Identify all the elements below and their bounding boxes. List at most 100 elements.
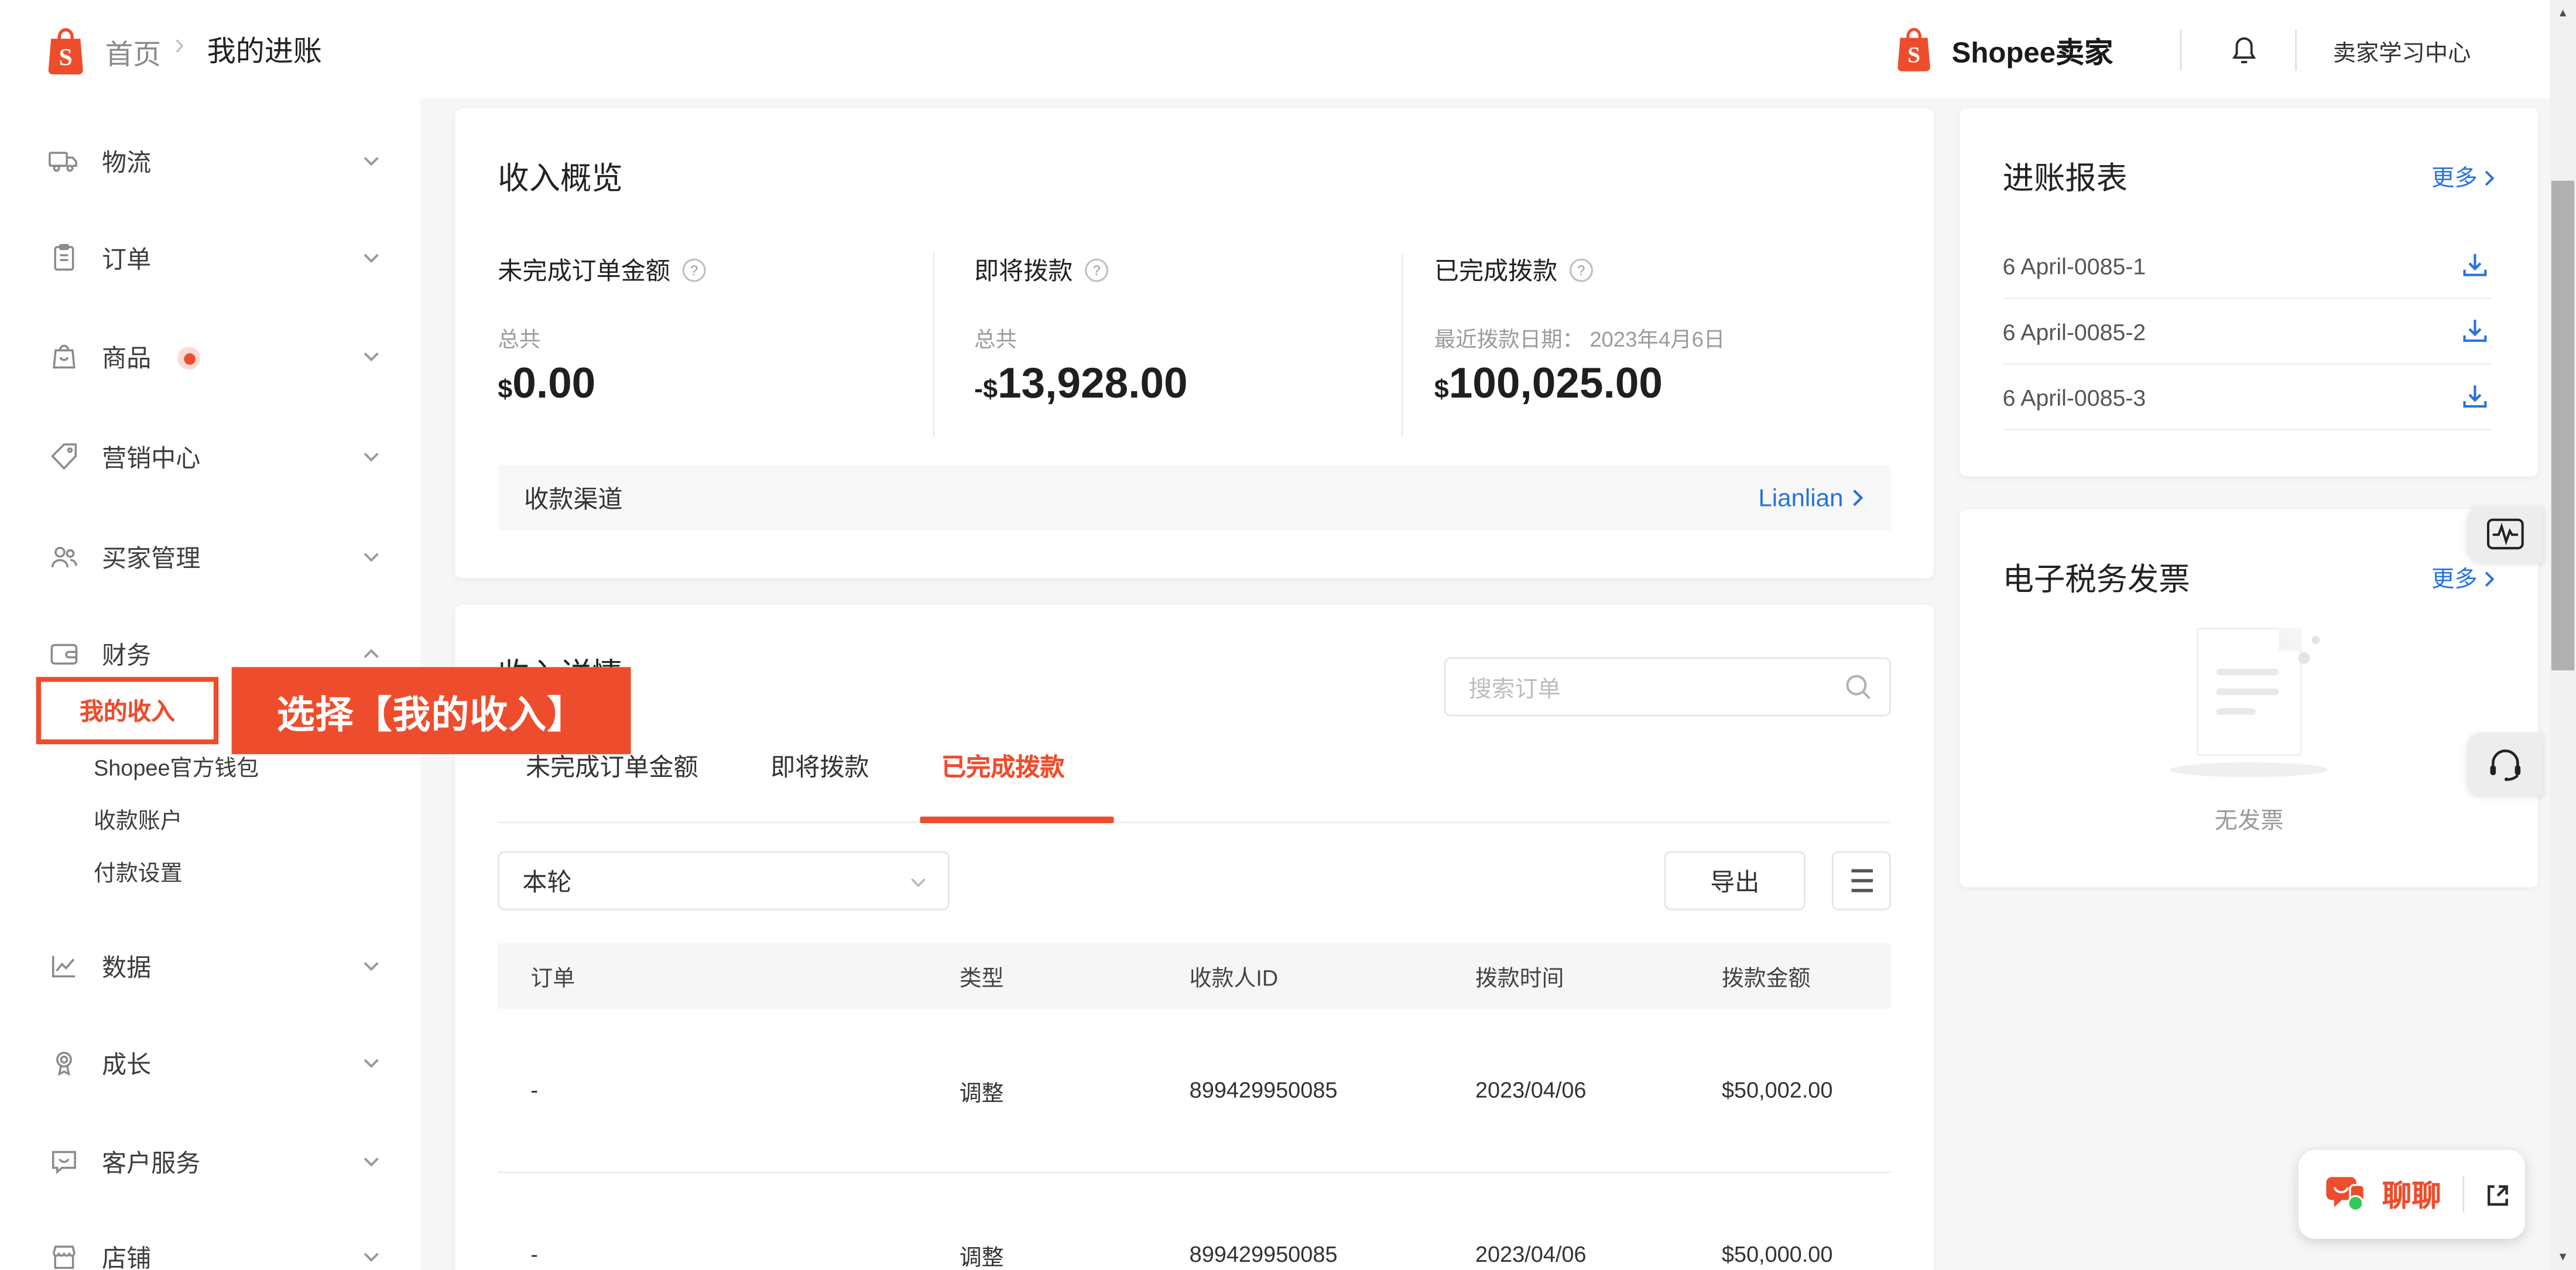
users-icon xyxy=(47,540,80,573)
round-filter-select[interactable]: 本轮 xyxy=(498,851,950,910)
scroll-down-arrow[interactable]: ▼ xyxy=(2550,1244,2576,1270)
shopee-logo-icon[interactable]: S xyxy=(43,25,89,77)
list-item: 6 April-0085-1 xyxy=(2002,233,2492,299)
help-icon[interactable]: ? xyxy=(1084,258,1109,283)
chevron-down-icon xyxy=(361,347,381,367)
channel-link[interactable]: Lianlian xyxy=(1758,484,1865,512)
svg-text:?: ? xyxy=(690,263,698,279)
sidebar-item-customer-service[interactable]: 客户服务 xyxy=(0,1137,420,1186)
report-more-link[interactable]: 更多 xyxy=(2431,161,2495,194)
health-monitor-button[interactable] xyxy=(2467,506,2543,562)
support-headset-button[interactable] xyxy=(2467,732,2543,796)
help-icon[interactable]: ? xyxy=(682,258,707,283)
tab-unreleased[interactable]: 未完成订单金额 xyxy=(526,749,698,784)
empty-document-icon xyxy=(2196,627,2320,756)
seller-learning-center-link[interactable]: 卖家学习中心 xyxy=(2333,36,2471,69)
tabs-divider xyxy=(498,821,1891,823)
report-title: 进账报表 xyxy=(2002,162,2128,197)
svg-text:S: S xyxy=(59,44,73,71)
stat-divider xyxy=(1401,253,1403,437)
svg-text:?: ? xyxy=(1093,263,1101,279)
chat-widget[interactable]: 聊聊 xyxy=(2298,1150,2526,1239)
channel-label: 收款渠道 xyxy=(524,485,623,514)
table-row: - 调整 899429950085 2023/04/06 $50,000.00 xyxy=(498,1171,1891,1270)
sidebar-item-orders[interactable]: 订单 xyxy=(0,233,420,282)
headset-icon xyxy=(2490,749,2521,782)
pulse-monitor-icon xyxy=(2486,518,2524,550)
svg-text:?: ? xyxy=(1577,263,1585,279)
chevron-down-icon xyxy=(361,1247,381,1267)
stat-value: $0.00 xyxy=(498,358,596,408)
breadcrumb-home[interactable]: 首页 xyxy=(105,31,161,72)
stat-released: 已完成拨款 ? 最近拨款日期： 2023年4月6日 $100,025.00 xyxy=(1434,253,1895,408)
income-detail-card: 收入详情 未完成订单金额 即将拨款 已完成拨款 本轮 导出 订单 类型 xyxy=(455,604,1934,1270)
chevron-down-icon xyxy=(361,447,381,467)
sidebar-item-logistics[interactable]: 物流 xyxy=(0,136,420,186)
shopee-seller-logo-icon: S xyxy=(1893,25,1936,74)
invoice-more-link[interactable]: 更多 xyxy=(2431,562,2495,595)
sidebar-item-buyers[interactable]: 买家管理 xyxy=(0,532,420,581)
column-settings-button[interactable] xyxy=(1831,851,1891,910)
storefront-icon xyxy=(47,1241,80,1270)
page-scrollbar[interactable]: ▲ ▼ xyxy=(2550,0,2576,1270)
search-icon[interactable] xyxy=(1843,672,1873,702)
empty-text: 无发票 xyxy=(2214,806,2284,833)
stat-value: -$13,928.00 xyxy=(974,358,1188,408)
chevron-right-icon xyxy=(2485,170,2495,186)
chevron-down-icon xyxy=(361,1152,381,1172)
sidebar-item-growth[interactable]: 成长 xyxy=(0,1038,420,1087)
export-button[interactable]: 导出 xyxy=(1664,851,1806,910)
invoice-empty-state: 无发票 xyxy=(1960,627,2539,836)
download-icon[interactable] xyxy=(2461,383,2489,411)
order-search-box xyxy=(1444,657,1891,718)
sidebar-subitem-my-income[interactable]: 我的收入 xyxy=(36,677,219,745)
sidebar-item-shop[interactable]: 店铺 xyxy=(0,1233,420,1270)
sidebar-item-marketing[interactable]: 营销中心 xyxy=(0,432,420,481)
chevron-right-icon xyxy=(2485,570,2495,586)
breadcrumb-current: 我的进账 xyxy=(207,34,322,68)
list-item: 6 April-0085-3 xyxy=(2002,365,2492,431)
seller-center-page: S 首页 › 我的进账 S Shopee卖家 卖家学习中心 物流 订单 商品 营… xyxy=(0,0,2576,1270)
breadcrumb-chevron-icon: › xyxy=(174,28,185,63)
download-icon[interactable] xyxy=(2461,317,2489,345)
invoice-title: 电子税务发票 xyxy=(2002,563,2190,598)
table-header-row: 订单 类型 收款人ID 拨款时间 拨款金额 xyxy=(498,943,1891,1009)
line-chart-icon xyxy=(47,950,80,983)
download-icon[interactable] xyxy=(2461,251,2489,279)
svg-text:S: S xyxy=(1907,43,1920,68)
sidebar-subitem-payout-account[interactable]: 收款账户 xyxy=(94,802,183,834)
sidebar-subitem-payment-settings[interactable]: 付款设置 xyxy=(94,854,183,887)
wallet-icon xyxy=(47,638,80,670)
chat-icon xyxy=(2325,1173,2369,1216)
table-row: - 调整 899429950085 2023/04/06 $50,002.00 xyxy=(530,1077,1833,1105)
payout-channel-row: 收款渠道 Lianlian xyxy=(498,465,1891,531)
tutorial-annotation: 选择【我的收入】 xyxy=(231,667,631,755)
header-divider xyxy=(2180,29,2182,71)
bag-icon xyxy=(47,340,80,373)
notification-dot xyxy=(177,347,201,370)
payout-table: 订单 类型 收款人ID 拨款时间 拨款金额 - 调整 899429950085 … xyxy=(498,943,1891,1270)
chevron-up-icon xyxy=(361,644,381,664)
help-icon[interactable]: ? xyxy=(1569,258,1594,283)
report-list: 6 April-0085-1 6 April-0085-2 6 April-00… xyxy=(2002,233,2492,431)
chat-divider xyxy=(2462,1176,2465,1213)
truck-icon xyxy=(47,145,80,177)
brand-title: Shopee卖家 xyxy=(1951,36,2113,69)
notification-bell-icon[interactable] xyxy=(2226,30,2262,69)
scrollbar-thumb[interactable] xyxy=(2551,180,2575,670)
tag-icon xyxy=(47,440,80,473)
tax-invoice-card: 电子税务发票 更多 无发票 xyxy=(1960,509,2539,888)
stat-value: $100,025.00 xyxy=(1434,358,1663,408)
search-input[interactable] xyxy=(1465,659,1834,718)
tab-released[interactable]: 已完成拨款 xyxy=(941,749,1065,784)
stat-divider xyxy=(933,253,935,437)
popout-icon[interactable] xyxy=(2484,1180,2512,1209)
chevron-down-icon xyxy=(361,547,381,567)
sidebar-item-data[interactable]: 数据 xyxy=(0,942,420,991)
scroll-up-arrow[interactable]: ▲ xyxy=(2550,0,2576,26)
header-divider xyxy=(2295,29,2297,71)
tab-to-release[interactable]: 即将拨款 xyxy=(770,749,869,784)
sidebar-item-products[interactable]: 商品 xyxy=(0,332,420,381)
chevron-down-icon xyxy=(909,872,929,892)
income-overview-card: 收入概览 未完成订单金额 ? 总共 $0.00 即将拨款 ? 总共 -$13,9… xyxy=(455,108,1934,578)
